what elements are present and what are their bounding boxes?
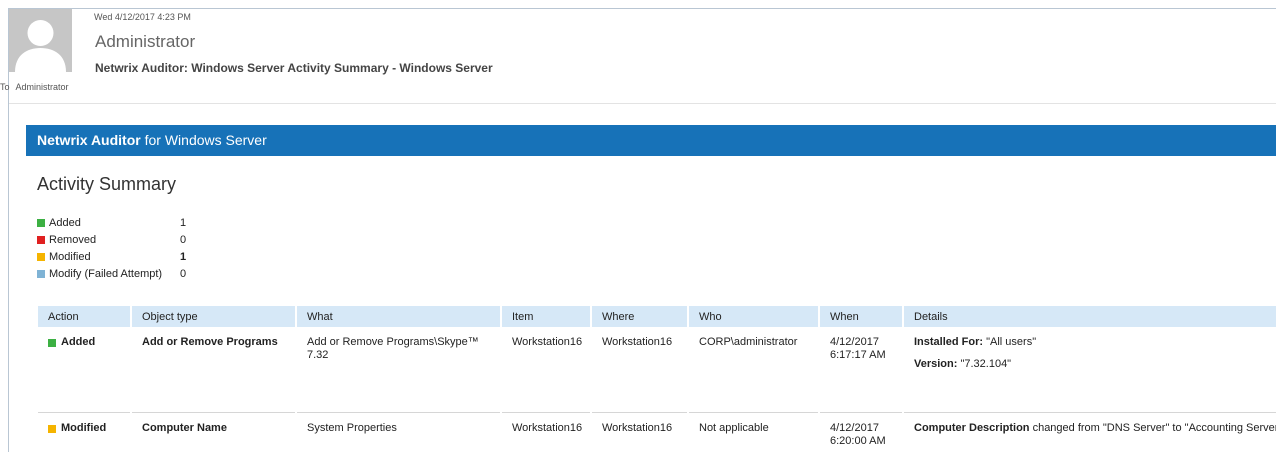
legend-row-added: Added 1 (37, 214, 186, 231)
cell-details: Computer Description changed from "DNS S… (904, 413, 1276, 448)
cell-action: Added (38, 327, 130, 413)
modified-swatch (37, 252, 45, 261)
table-row: Modified Computer Name System Properties… (38, 413, 1276, 448)
cell-details: Installed For: "All users" Version: "7.3… (904, 327, 1276, 413)
legend-count: 0 (180, 267, 187, 280)
cell-where: Workstation16 (602, 422, 673, 434)
header-divider (9, 103, 1276, 104)
legend-count: 0 (180, 233, 187, 246)
detail-line: Version: "7.32.104" (914, 358, 1276, 371)
detail-key: Computer Description (914, 422, 1030, 434)
person-silhouette-icon (9, 9, 72, 72)
detail-key: Installed For: (914, 336, 984, 348)
table-row: Added Add or Remove Programs Add or Remo… (38, 327, 1276, 413)
summary-title: Activity Summary (37, 174, 177, 194)
report-banner: Netwrix Auditor for Windows Server (26, 125, 1276, 156)
detail-value: changed from "DNS Server" to "Accounting… (1029, 422, 1276, 434)
cell-object-type: Computer Name (142, 422, 227, 434)
cell-who: CORP\administrator (689, 327, 818, 413)
legend-row-removed: Removed 0 (37, 231, 186, 248)
legend-row-failed: Modify (Failed Attempt) 0 (37, 265, 186, 282)
cell-what: System Properties (307, 422, 397, 434)
detail-value: "7.32.104" (957, 358, 1012, 370)
detail-value: "All users" (983, 336, 1037, 348)
table-header-row: Action Object type What Item Where Who W… (38, 306, 1276, 327)
legend-count: 1 (180, 216, 187, 229)
detail-key: Version: (914, 358, 958, 370)
cell-action: Modified (38, 413, 130, 448)
legend-label: Removed (49, 233, 97, 246)
column-header-what: What (297, 306, 500, 327)
to-label: To (0, 82, 10, 92)
detail-line: Computer Description changed from "DNS S… (914, 422, 1276, 435)
action-label: Added (61, 336, 96, 348)
column-header-item: Item (502, 306, 590, 327)
column-header-who: Who (689, 306, 818, 327)
cell-object-type: Add or Remove Programs (132, 327, 295, 413)
email-subject: Netwrix Auditor: Windows Server Activity… (95, 61, 493, 75)
recipient-line: To Administrator (0, 82, 69, 92)
banner-brand: Netwrix Auditor (37, 132, 141, 148)
cell-item: Workstation16 (502, 327, 590, 413)
legend-label: Modified (49, 250, 91, 263)
legend-label: Modify (Failed Attempt) (49, 267, 163, 280)
cell-who: Not applicable (699, 422, 769, 434)
legend-label: Added (49, 216, 81, 229)
legend-row-modified: Modified 1 (37, 248, 186, 265)
added-swatch (48, 338, 56, 347)
detail-line: Installed For: "All users" (914, 336, 1276, 349)
cell-what: Add or Remove Programs\Skype™ 7.32 (297, 327, 500, 413)
sender-name[interactable]: Administrator (95, 32, 195, 52)
removed-swatch (37, 235, 45, 244)
recipient-name[interactable]: Administrator (16, 82, 69, 92)
legend-count: 1 (180, 250, 187, 263)
column-header-where: Where (592, 306, 687, 327)
summary-legend: Added 1 Removed 0 Modified 1 Modify (Fai… (37, 214, 186, 282)
cell-when: 4/12/2017 6:17:17 AM (820, 327, 902, 413)
modified-swatch (48, 424, 56, 433)
cell-where: Workstation16 (592, 327, 687, 413)
reading-pane-border-left (8, 8, 9, 452)
sent-date: Wed 4/12/2017 4:23 PM (94, 12, 191, 22)
column-header-details: Details (904, 306, 1276, 327)
failed-attempt-swatch (37, 269, 45, 278)
cell-item: Workstation16 (512, 422, 583, 434)
reading-pane-border-top (8, 8, 1276, 9)
column-header-object-type: Object type (132, 306, 295, 327)
column-header-action: Action (38, 306, 130, 327)
cell-when: 4/12/2017 6:20:00 AM (830, 422, 886, 447)
action-label: Modified (61, 422, 107, 434)
sender-avatar (9, 9, 72, 72)
added-swatch (37, 218, 45, 227)
banner-suffix: for Windows Server (144, 132, 267, 148)
column-header-when: When (820, 306, 902, 327)
activity-table: Action Object type What Item Where Who W… (36, 306, 1276, 448)
